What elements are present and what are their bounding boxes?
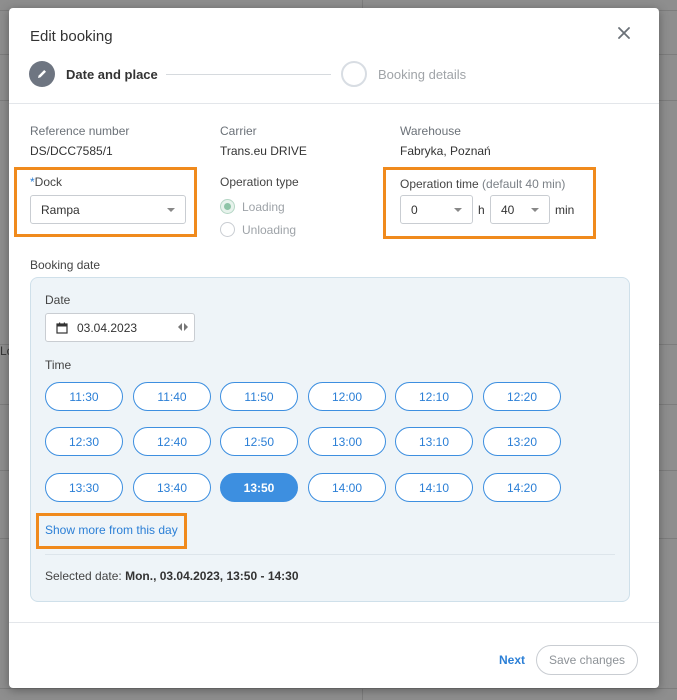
close-icon [618,27,630,39]
carrier-label: Carrier [220,124,257,138]
reference-label: Reference number [30,124,130,138]
calendar-icon [56,322,68,334]
step-label: Date and place [66,66,158,82]
time-slot-button[interactable]: 14:20 [483,473,561,502]
step-date-and-place[interactable]: Date and place [29,61,158,87]
time-slot-button[interactable]: 11:50 [220,382,298,411]
warehouse-value: Fabryka, Poznań [400,144,491,158]
edit-booking-modal: Edit booking Date and place Booking deta… [9,8,659,688]
step-connector [166,74,331,75]
radio-label: Loading [242,199,285,214]
dock-label: *Dock [30,175,62,189]
time-slot-button[interactable]: 12:30 [45,427,123,456]
time-slot-button[interactable]: 12:50 [220,427,298,456]
step-circle-active [29,61,55,87]
dock-label-text: Dock [34,175,63,189]
modal-footer: Next Save changes [9,622,659,688]
time-slot-button[interactable]: 13:20 [483,427,561,456]
time-slot-button[interactable]: 13:00 [308,427,386,456]
selected-date: Selected date: Mon., 03.04.2023, 13:50 -… [45,569,299,583]
chevron-right-icon[interactable] [184,323,188,331]
hours-select[interactable]: 0 [400,195,473,224]
chevron-left-icon[interactable] [178,323,182,331]
time-slot-button[interactable]: 13:50 [220,473,298,502]
modal-header: Edit booking Date and place Booking deta… [9,8,659,104]
time-slot-button[interactable]: 12:00 [308,382,386,411]
minutes-unit: min [555,203,575,217]
step-booking-details[interactable]: Booking details [341,61,466,87]
show-more-link[interactable]: Show more from this day [45,523,178,537]
chevron-down-icon [454,208,462,212]
booking-date-panel: Date 03.04.2023 Time 11:30 11:40 11:50 1… [30,277,630,602]
divider [45,554,615,555]
date-value: 03.04.2023 [77,320,138,335]
time-slot-button[interactable]: 14:00 [308,473,386,502]
date-label: Date [45,293,71,307]
chevron-down-icon [531,208,539,212]
time-slot-button[interactable]: 14:10 [395,473,473,502]
minutes-value: 40 [501,202,515,217]
radio-label: Unloading [242,222,297,237]
selected-prefix: Selected date: [45,569,122,583]
time-slot-button[interactable]: 12:10 [395,382,473,411]
date-picker[interactable]: 03.04.2023 [45,313,195,342]
selected-value: Mon., 03.04.2023, 13:50 - 14:30 [125,569,299,583]
close-button[interactable] [613,22,635,44]
time-slot-button[interactable]: 12:20 [483,382,561,411]
step-circle-pending [341,61,367,87]
time-label: Time [45,358,72,372]
pencil-icon [38,70,46,78]
time-slot-button[interactable]: 13:30 [45,473,123,502]
step-label: Booking details [378,66,467,82]
modal-title: Edit booking [30,28,113,45]
radio-dot [220,199,235,214]
modal-body: Reference number DS/DCC7585/1 Carrier Tr… [9,104,659,624]
next-button[interactable]: Next [499,653,525,667]
operation-time-hint: (default 40 min) [482,177,566,191]
save-changes-button[interactable]: Save changes [536,645,638,675]
time-slot-button[interactable]: 12:40 [133,427,211,456]
dock-select[interactable]: Rampa [30,195,186,224]
carrier-value: Trans.eu DRIVE [220,144,307,158]
time-slot-button[interactable]: 11:30 [45,382,123,411]
date-stepper[interactable] [178,323,188,331]
reference-value: DS/DCC7585/1 [30,144,113,158]
hours-unit: h [478,203,485,217]
dock-value: Rampa [41,202,80,217]
hours-value: 0 [411,202,418,217]
radio-unloading[interactable]: Unloading [220,222,296,237]
operation-type-label: Operation type [220,175,299,189]
time-slot-button[interactable]: 13:40 [133,473,211,502]
chevron-down-icon [167,208,175,212]
booking-date-label: Booking date [30,258,101,272]
operation-time-label: Operation time (default 40 min) [400,177,565,191]
time-slot-button[interactable]: 11:40 [133,382,211,411]
time-slot-button[interactable]: 13:10 [395,427,473,456]
operation-time-label-text: Operation time [400,177,479,191]
radio-dot [220,222,235,237]
radio-loading[interactable]: Loading [220,199,285,214]
warehouse-label: Warehouse [400,124,461,138]
minutes-select[interactable]: 40 [490,195,550,224]
